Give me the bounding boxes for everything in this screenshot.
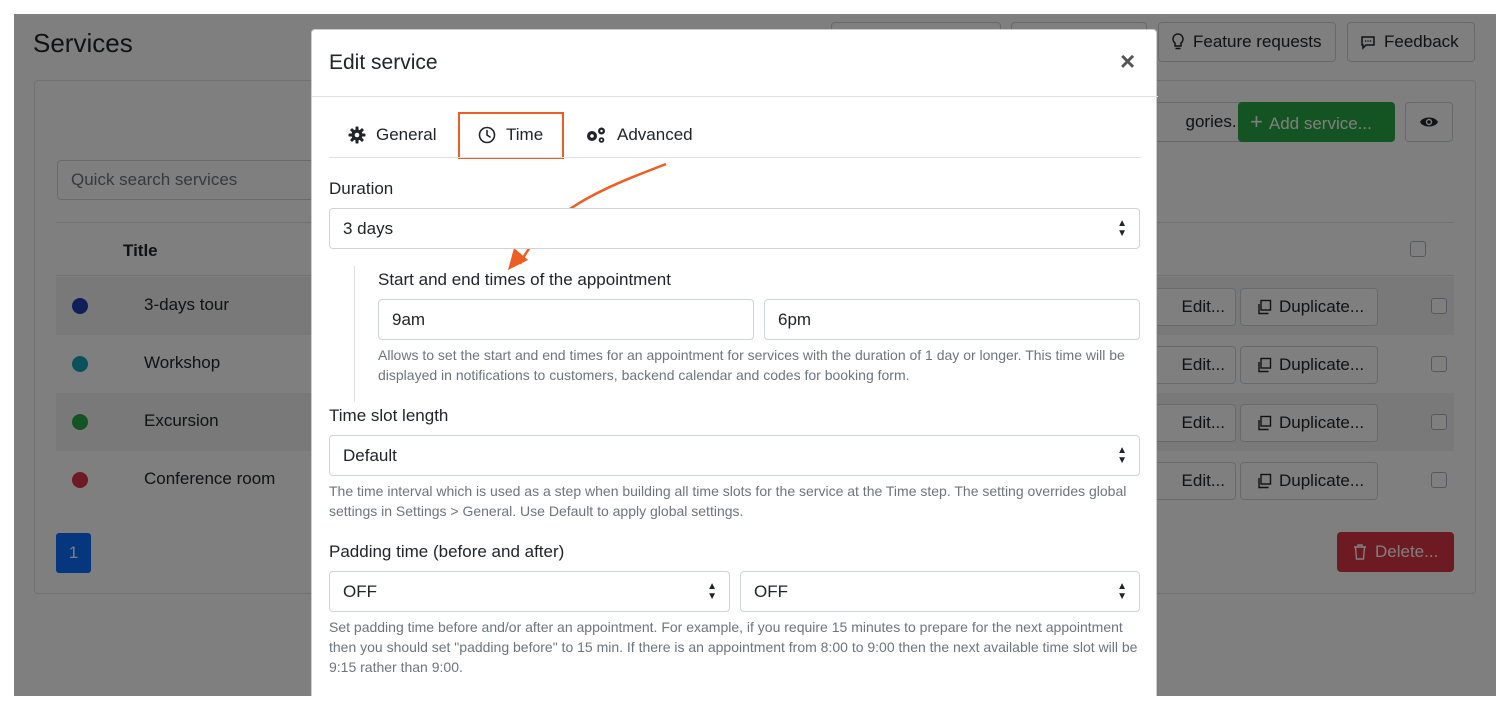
gear-icon <box>348 126 366 144</box>
padding-after-value: OFF <box>754 582 788 601</box>
end-time-input[interactable]: 6pm <box>764 299 1140 340</box>
padding-label: Padding time (before and after) <box>329 542 565 561</box>
duration-label: Duration <box>329 179 394 198</box>
tab-advanced[interactable]: Advanced <box>585 113 693 157</box>
time-tab-highlight <box>458 112 564 159</box>
start-end-label: Start and end times of the appointment <box>378 270 671 289</box>
select-arrows-icon: ▲ ▼ <box>1117 217 1127 239</box>
close-button[interactable]: × <box>1120 48 1135 74</box>
padding-help: Set padding time before and/or after an … <box>329 619 1138 675</box>
slot-length-select[interactable]: Default ▲ ▼ <box>329 435 1140 476</box>
modal-title: Edit service <box>329 51 438 74</box>
gears-icon <box>587 127 605 143</box>
tab-general[interactable]: General <box>348 113 436 157</box>
duration-select[interactable]: 3 days ▲ ▼ <box>329 208 1140 249</box>
slot-length-help: The time interval which is used as a ste… <box>329 483 1127 519</box>
modal-header-divider <box>312 96 1158 97</box>
indent-bar <box>354 266 355 402</box>
slot-length-value: Default <box>343 446 397 465</box>
padding-after-select[interactable]: OFF ▲ ▼ <box>740 571 1140 612</box>
padding-before-select[interactable]: OFF ▲ ▼ <box>329 571 730 612</box>
app-frame: Services Feature requests Feedback Quick… <box>14 14 1496 696</box>
start-end-help: Allows to set the start and end times fo… <box>378 347 1125 383</box>
padding-before-value: OFF <box>343 582 377 601</box>
select-arrows-icon: ▲ ▼ <box>1117 580 1127 602</box>
start-time-input[interactable]: 9am <box>378 299 754 340</box>
edit-service-modal: Edit service × General Time Advanced Dur… <box>311 29 1158 696</box>
select-arrows-icon: ▲ ▼ <box>1117 444 1127 466</box>
duration-value: 3 days <box>343 219 394 238</box>
slot-length-label: Time slot length <box>329 406 449 425</box>
tab-general-label: General <box>376 125 437 144</box>
tabs-divider <box>329 157 1141 158</box>
tab-advanced-label: Advanced <box>617 125 693 144</box>
select-arrows-icon: ▲ ▼ <box>707 580 717 602</box>
